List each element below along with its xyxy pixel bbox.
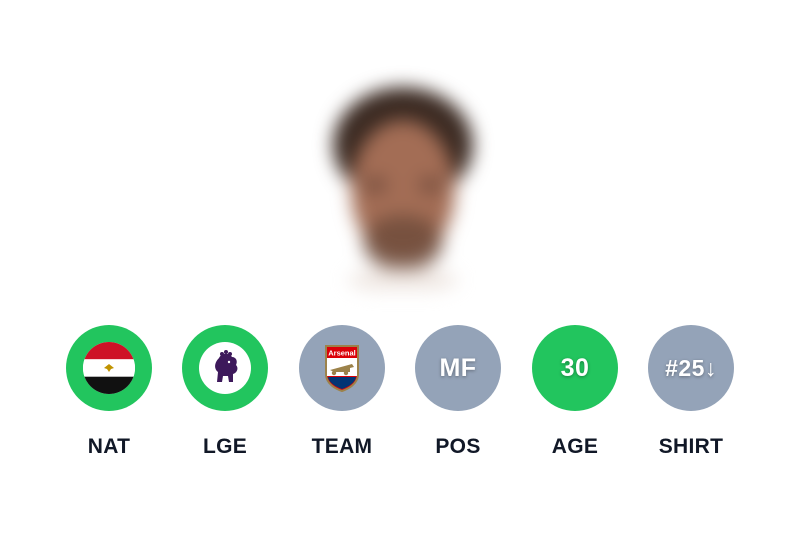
premier-league-lion-icon: [199, 342, 251, 394]
age-value: 30: [560, 353, 590, 382]
hint-team: Arsenal TEAM: [284, 325, 400, 465]
guess-result-card: NAT LGE Arsenal TEAM MF POS 30 AGE #25↓ …: [0, 0, 800, 538]
arsenal-crest-icon: Arsenal: [325, 345, 359, 392]
hint-league: LGE: [167, 325, 283, 465]
nationality-circle: [66, 325, 152, 411]
position-value: MF: [439, 353, 477, 382]
egypt-flag-icon: [83, 342, 135, 394]
hint-label-shirt: SHIRT: [658, 435, 724, 458]
age-circle: 30: [532, 325, 618, 411]
hint-age: 30 AGE: [517, 325, 633, 465]
team-circle: Arsenal: [299, 325, 385, 411]
hint-label-nat: NAT: [87, 435, 131, 458]
crest-text: Arsenal: [328, 349, 356, 358]
shirt-circle: #25↓: [648, 325, 734, 411]
hint-label-team: TEAM: [311, 435, 373, 458]
hint-shirt: #25↓ SHIRT: [633, 325, 749, 465]
hint-position: MF POS: [400, 325, 516, 465]
hint-label-age: AGE: [551, 435, 599, 458]
hint-label-lge: LGE: [202, 435, 248, 458]
position-circle: MF: [415, 325, 501, 411]
league-circle: [182, 325, 268, 411]
hint-row: NAT LGE Arsenal TEAM MF POS 30 AGE #25↓ …: [0, 325, 800, 465]
hint-label-pos: POS: [435, 435, 481, 458]
shirt-value: #25↓: [665, 354, 717, 381]
hint-nationality: NAT: [51, 325, 167, 465]
player-photo-blurred: [333, 87, 473, 290]
